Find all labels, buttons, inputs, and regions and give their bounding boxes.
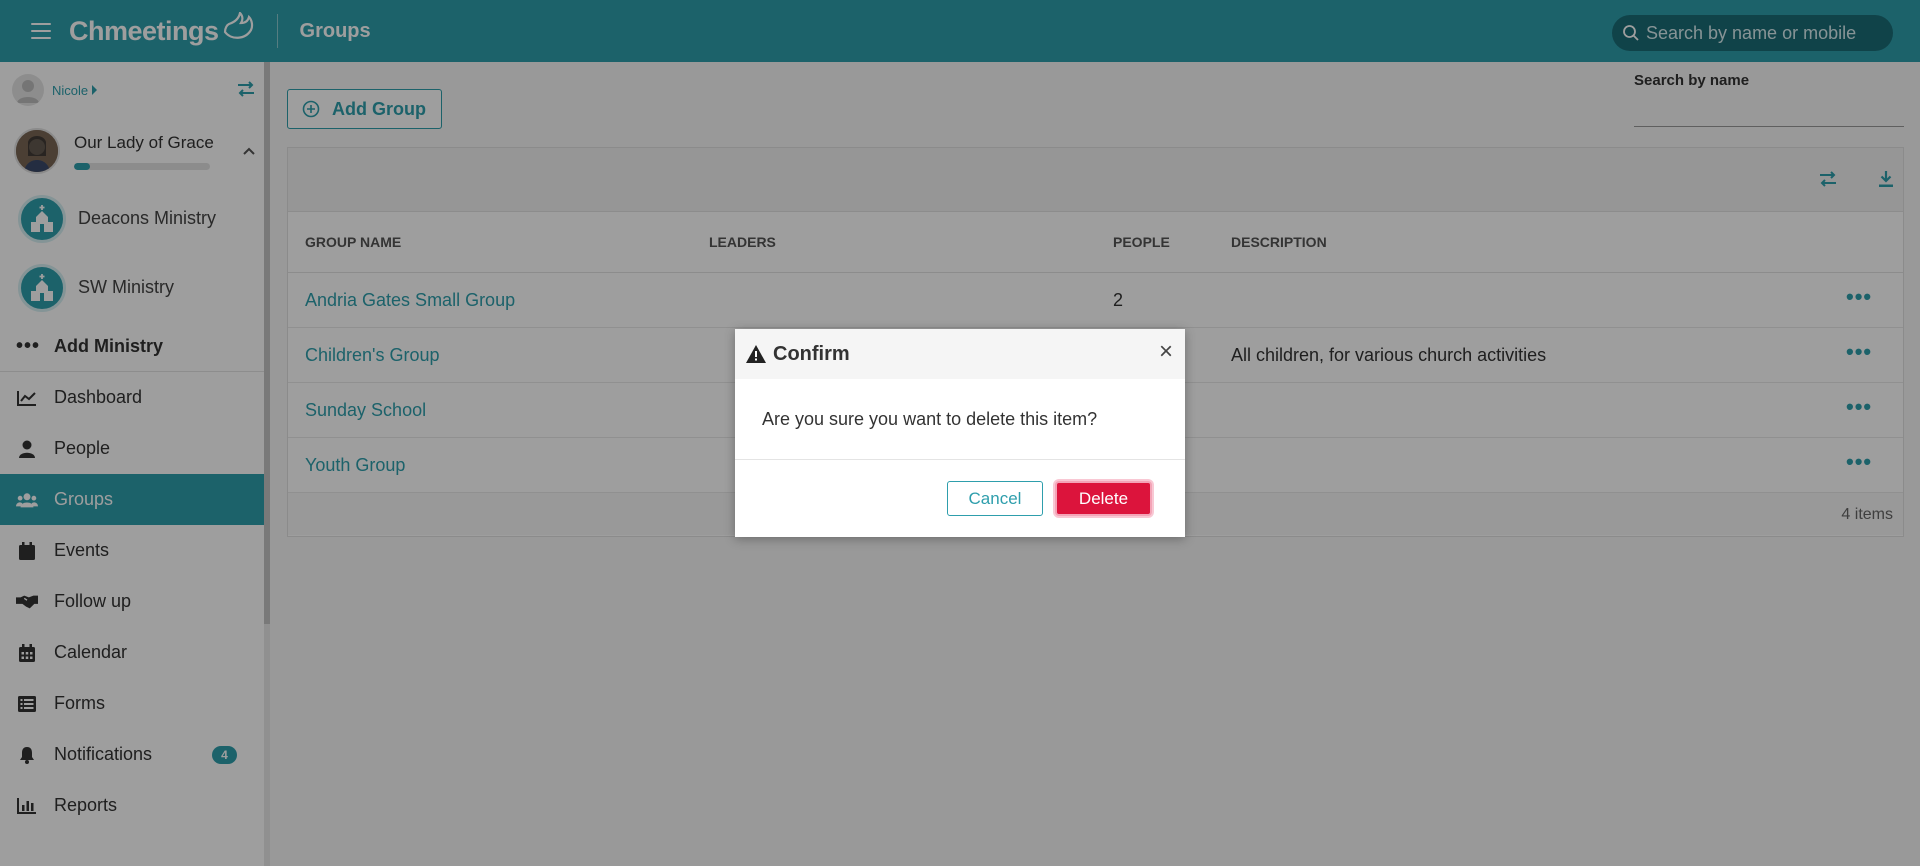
dialog-message: Are you sure you want to delete this ite…: [735, 379, 1185, 460]
delete-button[interactable]: Delete: [1055, 481, 1152, 516]
confirm-dialog: Confirm × Are you sure you want to delet…: [735, 329, 1185, 537]
dialog-title: Confirm: [773, 342, 850, 365]
close-icon[interactable]: ×: [1159, 340, 1173, 364]
warning-icon: [746, 345, 766, 363]
dialog-header: Confirm ×: [735, 329, 1185, 379]
dialog-footer: Cancel Delete: [735, 460, 1185, 537]
cancel-button[interactable]: Cancel: [947, 481, 1043, 516]
